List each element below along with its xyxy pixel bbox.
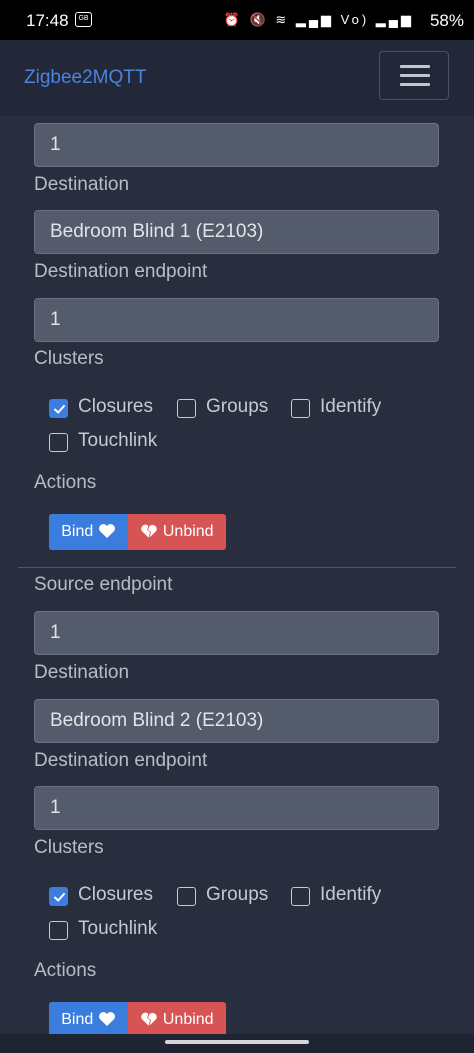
cluster-checkbox-touchlink[interactable]: Touchlink [49, 430, 169, 457]
cluster-label: Groups [206, 396, 269, 417]
destination-endpoint-select[interactable]: 1 [34, 298, 439, 342]
heart-icon [98, 1012, 115, 1026]
broken-heart-icon [141, 524, 158, 538]
cluster-checkbox-identify[interactable]: Identify [291, 396, 391, 423]
source-endpoint-label: Source endpoint [34, 574, 173, 595]
bind-button[interactable]: Bind [49, 514, 128, 550]
clusters-label: Clusters [34, 348, 104, 369]
destination-endpoint-label: Destination endpoint [34, 750, 208, 771]
status-bar: 17:48 GB ⏰ 🔇 ≋ ▂▄▆ Vo) ▂▄▆ 58% [0, 0, 474, 40]
actions-label: Actions [34, 960, 97, 981]
status-time: 17:48 [26, 11, 69, 30]
destination-label: Destination [34, 662, 130, 683]
brand-link[interactable]: Zigbee2MQTT [24, 67, 146, 89]
destination-select[interactable]: Bedroom Blind 1 (E2103) [34, 210, 439, 254]
status-icons: ⏰ 🔇 ≋ ▂▄▆ Vo) ▂▄▆ [223, 12, 414, 27]
checkbox[interactable] [291, 887, 310, 906]
broken-heart-icon [141, 1012, 158, 1026]
notification-icon: GB [75, 12, 92, 27]
cluster-label: Identify [320, 396, 382, 417]
unbind-button[interactable]: Unbind [128, 1002, 226, 1038]
battery-level: 58% [429, 11, 464, 30]
clusters-label: Clusters [34, 837, 104, 858]
destination-select[interactable]: Bedroom Blind 2 (E2103) [34, 699, 439, 743]
cluster-label: Touchlink [78, 430, 158, 451]
checkbox[interactable] [49, 921, 68, 940]
bind-button[interactable]: Bind [49, 1002, 128, 1038]
checkbox[interactable] [291, 399, 310, 418]
source-endpoint-select[interactable]: 1 [34, 123, 439, 167]
checkbox[interactable] [49, 433, 68, 452]
check-icon [54, 405, 65, 414]
cluster-label: Groups [206, 884, 269, 905]
checkbox[interactable] [49, 399, 68, 418]
unbind-button[interactable]: Unbind [128, 514, 226, 550]
checkbox[interactable] [49, 887, 68, 906]
checkbox[interactable] [177, 399, 196, 418]
cluster-checkbox-touchlink[interactable]: Touchlink [49, 918, 169, 945]
binding-divider [18, 567, 456, 568]
cluster-checkbox-groups[interactable]: Groups [177, 396, 277, 423]
menu-toggle-button[interactable] [379, 51, 449, 100]
cluster-checkbox-closures[interactable]: Closures [49, 396, 159, 423]
destination-endpoint-select[interactable]: 1 [34, 786, 439, 830]
cluster-label: Identify [320, 884, 382, 905]
cluster-label: Closures [78, 884, 153, 905]
cluster-checkbox-groups[interactable]: Groups [177, 884, 277, 911]
cluster-label: Closures [78, 396, 153, 417]
hamburger-icon [400, 65, 430, 68]
checkbox[interactable] [177, 887, 196, 906]
destination-endpoint-label: Destination endpoint [34, 261, 208, 282]
actions-label: Actions [34, 472, 97, 493]
cluster-checkbox-closures[interactable]: Closures [49, 884, 159, 911]
home-gesture-handle[interactable] [165, 1040, 309, 1044]
cluster-label: Touchlink [78, 918, 158, 939]
heart-icon [98, 524, 115, 538]
cluster-checkbox-identify[interactable]: Identify [291, 884, 391, 911]
source-endpoint-select[interactable]: 1 [34, 611, 439, 655]
destination-label: Destination [34, 174, 130, 195]
check-icon [54, 893, 65, 902]
